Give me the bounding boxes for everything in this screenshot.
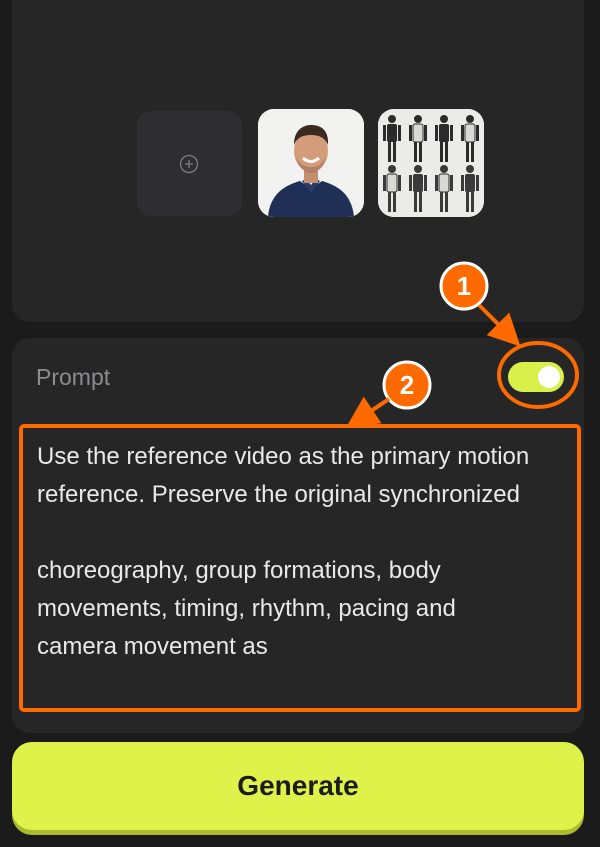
person-illustration bbox=[258, 109, 364, 217]
app-screen: Prompt Use the reference video as the pr… bbox=[0, 0, 600, 847]
robot-poses-reference-image[interactable] bbox=[378, 109, 484, 217]
generate-button[interactable]: Generate bbox=[12, 742, 584, 830]
reference-media-panel bbox=[12, 0, 584, 322]
add-media-button[interactable] bbox=[137, 111, 242, 216]
person-reference-image[interactable] bbox=[258, 109, 364, 217]
prompt-toggle[interactable] bbox=[508, 362, 564, 392]
prompt-textarea[interactable]: Use the reference video as the primary m… bbox=[37, 438, 537, 666]
robot-poses-illustration bbox=[378, 109, 484, 217]
prompt-panel: Prompt Use the reference video as the pr… bbox=[12, 338, 584, 733]
generate-button-label: Generate bbox=[237, 770, 359, 801]
toggle-knob bbox=[538, 366, 560, 388]
plus-circle-icon bbox=[179, 154, 199, 174]
prompt-label: Prompt bbox=[36, 364, 111, 390]
